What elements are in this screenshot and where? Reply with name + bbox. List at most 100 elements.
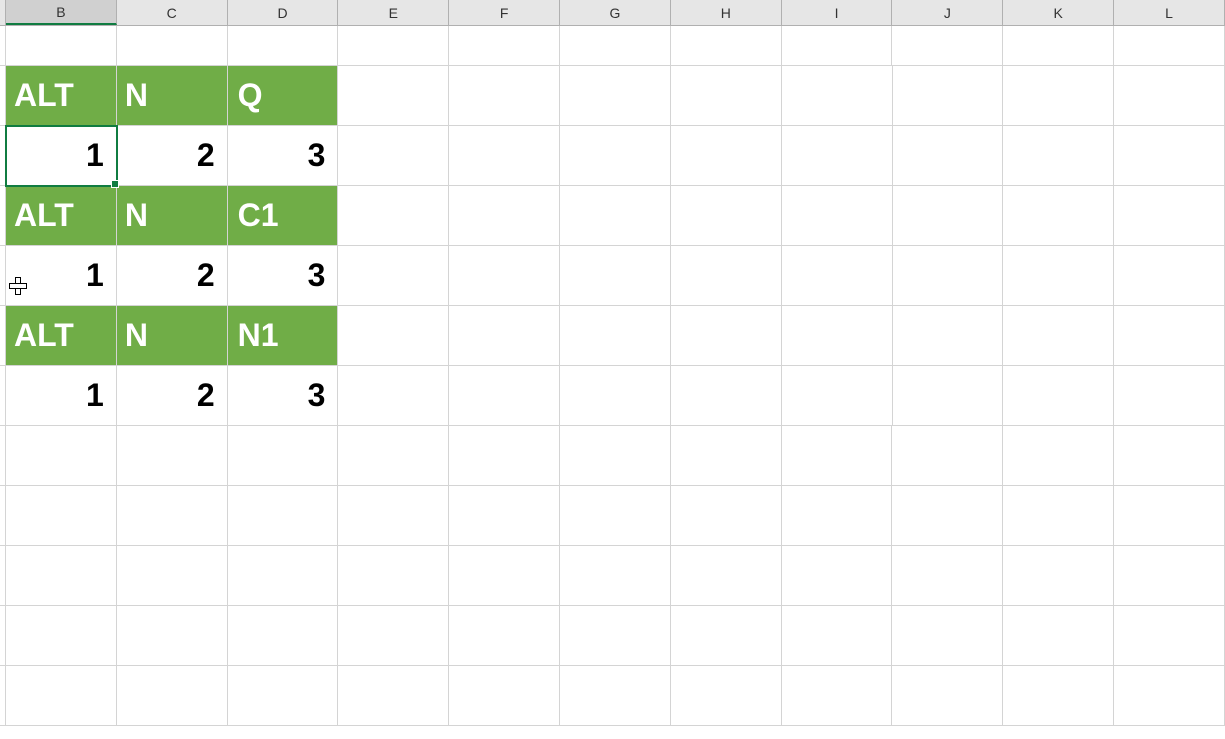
table-data-cell[interactable]: 3 xyxy=(228,246,339,306)
column-header-G[interactable]: G xyxy=(560,0,671,25)
cell[interactable] xyxy=(560,486,671,546)
cell[interactable] xyxy=(449,666,560,726)
cell[interactable] xyxy=(1114,306,1225,366)
cell[interactable] xyxy=(782,186,893,246)
cell[interactable] xyxy=(449,126,560,186)
cell[interactable] xyxy=(1003,126,1114,186)
cell[interactable] xyxy=(228,426,339,486)
cell[interactable] xyxy=(1114,26,1225,66)
cell[interactable] xyxy=(560,246,671,306)
cell[interactable] xyxy=(782,66,893,126)
cell[interactable] xyxy=(338,606,449,666)
cell[interactable] xyxy=(1003,666,1114,726)
cell[interactable] xyxy=(449,246,560,306)
cell[interactable] xyxy=(338,186,449,246)
cell[interactable] xyxy=(449,306,560,366)
cell[interactable] xyxy=(782,126,893,186)
cell[interactable] xyxy=(782,246,893,306)
cell[interactable] xyxy=(560,186,671,246)
table-header-cell[interactable]: N1 xyxy=(228,306,339,366)
cell[interactable] xyxy=(449,186,560,246)
cell[interactable] xyxy=(782,426,893,486)
cell[interactable] xyxy=(1003,186,1114,246)
cell[interactable] xyxy=(892,606,1003,666)
cell[interactable] xyxy=(560,666,671,726)
cell[interactable] xyxy=(228,486,339,546)
cell[interactable] xyxy=(338,26,449,66)
cell[interactable] xyxy=(6,666,117,726)
cell[interactable] xyxy=(1003,486,1114,546)
cell[interactable] xyxy=(782,606,893,666)
cell[interactable] xyxy=(671,306,782,366)
cell[interactable] xyxy=(671,426,782,486)
cell[interactable] xyxy=(782,546,893,606)
cell[interactable] xyxy=(228,26,339,66)
cell[interactable] xyxy=(228,666,339,726)
cell[interactable] xyxy=(338,306,449,366)
cell[interactable] xyxy=(1114,66,1225,126)
cell[interactable] xyxy=(560,606,671,666)
cell[interactable] xyxy=(893,306,1004,366)
cell[interactable] xyxy=(338,486,449,546)
table-data-cell[interactable]: 2 xyxy=(117,246,228,306)
cell[interactable] xyxy=(671,186,782,246)
cell[interactable] xyxy=(449,26,560,66)
cell[interactable] xyxy=(893,366,1004,426)
cell[interactable] xyxy=(117,426,228,486)
cell[interactable] xyxy=(671,606,782,666)
cell[interactable] xyxy=(1114,546,1225,606)
cell[interactable] xyxy=(449,66,560,126)
table-header-cell[interactable]: N xyxy=(117,66,228,126)
cell[interactable] xyxy=(6,26,117,66)
table-data-cell[interactable]: 1 xyxy=(6,366,117,426)
cell[interactable] xyxy=(449,366,560,426)
cell[interactable] xyxy=(117,546,228,606)
column-header-E[interactable]: E xyxy=(338,0,449,25)
cell[interactable] xyxy=(1114,246,1225,306)
cell[interactable] xyxy=(117,26,228,66)
cell[interactable] xyxy=(449,426,560,486)
table-data-cell[interactable]: 2 xyxy=(117,366,228,426)
cell[interactable] xyxy=(338,666,449,726)
cell[interactable] xyxy=(560,546,671,606)
cell[interactable] xyxy=(782,666,893,726)
cell[interactable] xyxy=(560,366,671,426)
cell[interactable] xyxy=(560,426,671,486)
cell[interactable] xyxy=(228,606,339,666)
table-data-cell[interactable]: 2 xyxy=(117,126,228,186)
cell[interactable] xyxy=(117,606,228,666)
cell[interactable] xyxy=(671,666,782,726)
cell[interactable] xyxy=(338,366,449,426)
column-header-H[interactable]: H xyxy=(671,0,782,25)
column-header-I[interactable]: I xyxy=(782,0,893,25)
cell[interactable] xyxy=(1003,246,1114,306)
cell[interactable] xyxy=(893,186,1004,246)
cell[interactable] xyxy=(782,366,893,426)
cell[interactable] xyxy=(560,66,671,126)
table-header-cell[interactable]: ALT xyxy=(6,66,117,126)
cell[interactable] xyxy=(893,66,1004,126)
cell[interactable] xyxy=(560,126,671,186)
column-header-C[interactable]: C xyxy=(117,0,228,25)
cell[interactable] xyxy=(892,666,1003,726)
cell[interactable] xyxy=(1003,66,1114,126)
cell[interactable] xyxy=(6,546,117,606)
cell[interactable] xyxy=(1114,666,1225,726)
cell[interactable] xyxy=(1114,606,1225,666)
cell[interactable] xyxy=(893,246,1004,306)
table-header-cell[interactable]: N xyxy=(117,306,228,366)
cell[interactable] xyxy=(1003,426,1114,486)
cell[interactable] xyxy=(338,66,449,126)
cell[interactable] xyxy=(228,546,339,606)
column-header-L[interactable]: L xyxy=(1114,0,1225,25)
table-header-cell[interactable]: Q xyxy=(228,66,339,126)
cell[interactable] xyxy=(671,66,782,126)
cell[interactable] xyxy=(338,546,449,606)
cell[interactable] xyxy=(1003,366,1114,426)
cell[interactable] xyxy=(671,366,782,426)
cell[interactable] xyxy=(6,606,117,666)
cell[interactable] xyxy=(671,126,782,186)
table-header-cell[interactable]: ALT xyxy=(6,186,117,246)
cell[interactable] xyxy=(782,306,893,366)
cell[interactable] xyxy=(1114,426,1225,486)
